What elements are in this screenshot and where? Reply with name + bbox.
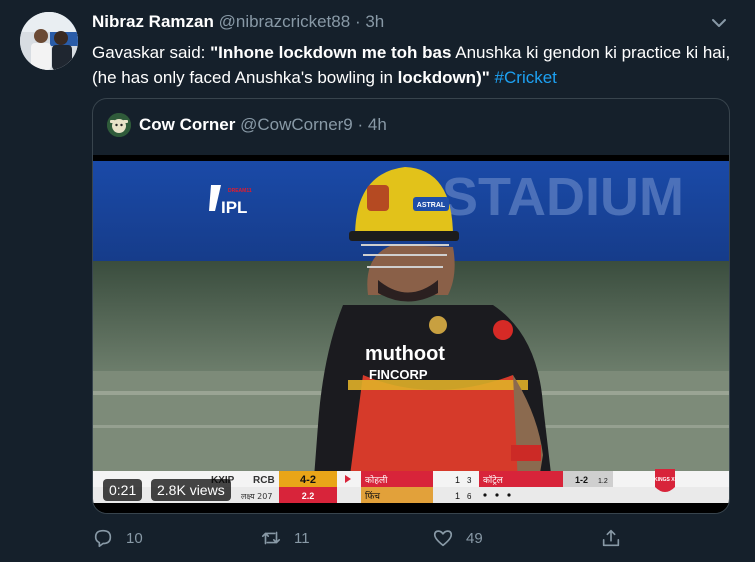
ipl-sponsor-text: DREAM11	[228, 188, 252, 194]
share-icon	[602, 529, 620, 547]
quoted-author-avatar[interactable]	[107, 113, 131, 137]
jersey-sub-text: FINCORP	[369, 367, 428, 382]
video-duration-badge: 0:21	[103, 479, 143, 501]
retweet-count: 11	[294, 529, 310, 547]
jio-logo	[493, 320, 513, 340]
cow-icon	[107, 113, 131, 137]
video-player[interactable]: STADIUM DREAM11 IPL muthoot FINCORP ASTR…	[93, 155, 729, 513]
reply-count: 10	[126, 529, 143, 547]
wristband	[511, 445, 541, 461]
tweet-time[interactable]: 3h	[365, 12, 384, 31]
like-button[interactable]: 49	[432, 524, 483, 552]
text-bold: "Inhone lockdown me toh bas	[210, 43, 452, 62]
quoted-header: Cow Corner @CowCorner9 · 4h	[139, 115, 387, 135]
reply-icon	[94, 529, 112, 548]
like-count: 49	[466, 529, 483, 547]
text-bold: lockdown	[397, 68, 477, 87]
batsman2-balls: 6	[467, 492, 472, 501]
video-frame: STADIUM DREAM11 IPL muthoot FINCORP ASTR…	[93, 155, 729, 513]
helmet-sponsor-text: ASTRAL	[417, 202, 446, 209]
jersey-sponsor-text: muthoot	[365, 343, 445, 365]
rcb-crest	[429, 316, 447, 334]
bowler-overs: 1.2	[598, 478, 608, 485]
hashtag-link[interactable]: #Cricket	[495, 68, 557, 87]
bowler-figures: 1-2	[575, 475, 588, 485]
video-views-badge: 2.8K views	[151, 479, 231, 501]
ipl-logo-text: IPL	[221, 198, 247, 217]
text-part: Gavaskar said:	[92, 43, 211, 62]
score-text: 4-2	[300, 474, 316, 486]
stadium-text: STADIUM	[442, 167, 684, 227]
heart-icon	[433, 530, 453, 547]
batsman2-name: फिंच	[365, 490, 380, 502]
target-text: लक्ष्य 207	[241, 492, 272, 501]
reply-button[interactable]: 10	[92, 524, 143, 552]
batsman1-balls: 3	[467, 476, 472, 485]
bowler-name: कॉट्रेल	[483, 474, 504, 486]
batsman2-runs: 1	[455, 491, 460, 501]
chevron-down-icon[interactable]	[708, 12, 730, 34]
retweet-icon	[261, 531, 281, 545]
team2-label: RCB	[253, 475, 275, 486]
tweet-text: Gavaskar said: "Inhone lockdown me toh b…	[92, 40, 732, 90]
retweet-button[interactable]: 11	[260, 524, 310, 552]
over-text: 2.2	[302, 491, 315, 501]
author-handle[interactable]: @nibrazcricket88	[219, 12, 351, 31]
kings-xi-text: KINGS XI	[654, 477, 677, 483]
header-separator: ·	[354, 12, 361, 31]
tweet-header: Nibraz Ramzan @nibrazcricket88 · 3h	[92, 12, 384, 32]
quoted-separator: ·	[357, 115, 364, 134]
quoted-author-name[interactable]: Cow Corner	[139, 115, 235, 134]
tweet-actions: 10 11 49	[92, 524, 732, 556]
share-button[interactable]	[600, 524, 634, 552]
avatar-image	[20, 12, 78, 70]
quoted-tweet[interactable]: Cow Corner @CowCorner9 · 4h STADIUM DREA…	[92, 98, 730, 514]
batsman1-name: कोहली	[365, 474, 388, 486]
author-avatar[interactable]	[20, 12, 78, 70]
quoted-author-handle[interactable]: @CowCorner9	[240, 115, 353, 134]
author-name[interactable]: Nibraz Ramzan	[92, 12, 214, 31]
text-bold: )"	[476, 68, 490, 87]
tweet[interactable]: Nibraz Ramzan @nibrazcricket88 · 3h Gava…	[0, 0, 755, 562]
batsman1-runs: 1	[455, 475, 460, 485]
quoted-time[interactable]: 4h	[368, 115, 387, 134]
